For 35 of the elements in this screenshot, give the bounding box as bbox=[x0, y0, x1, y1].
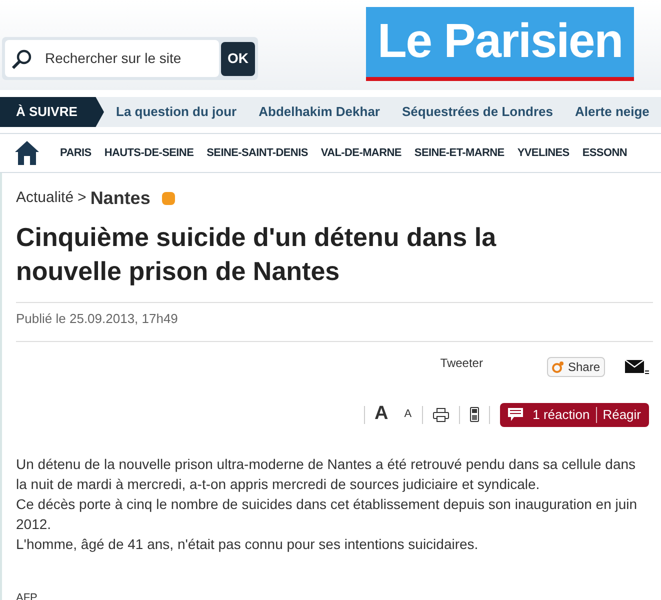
topic-link[interactable]: La question du jour bbox=[116, 102, 237, 122]
search-icon bbox=[11, 48, 33, 70]
search-field[interactable]: Rechercher sur le site OK bbox=[2, 37, 258, 80]
font-larger-button[interactable]: A bbox=[374, 400, 388, 429]
region-link[interactable]: ESSONN bbox=[582, 144, 627, 162]
region-link[interactable]: HAUTS-DE-SEINE bbox=[104, 144, 194, 162]
region-link[interactable]: PARIS bbox=[60, 144, 92, 162]
home-icon[interactable] bbox=[14, 140, 40, 166]
region-link[interactable]: SEINE-SAINT-DENIS bbox=[206, 144, 308, 162]
publish-date: Publié le 25.09.2013, 17h49 bbox=[16, 310, 179, 328]
breadcrumb-separator: > bbox=[78, 188, 86, 208]
a-suivre-label: À SUIVRE bbox=[0, 97, 104, 127]
font-smaller-button[interactable]: A bbox=[404, 406, 412, 423]
share-button[interactable]: Share bbox=[546, 356, 605, 376]
reactions-link[interactable]: 1 réaction bbox=[532, 404, 590, 424]
share-icon bbox=[552, 360, 564, 372]
region-link[interactable]: SEINE-ET-MARNE bbox=[414, 144, 504, 162]
comment-icon bbox=[508, 408, 523, 421]
breadcrumb-current[interactable]: Nantes bbox=[90, 185, 150, 212]
article-paragraph: Ce décès porte à cinq le nombre de suicides dans cet établissement depuis son inauguration en juin 2012. bbox=[16, 494, 638, 534]
tweet-link[interactable]: Tweeter bbox=[440, 354, 483, 372]
article-paragraph: L'homme, âgé de 41 ans, n'était pas connu pour ses intentions suicidaires. bbox=[16, 534, 480, 554]
react-link[interactable]: Réagir bbox=[602, 404, 641, 424]
breadcrumb-link[interactable]: Actualité bbox=[16, 187, 74, 210]
email-icon[interactable] bbox=[625, 358, 649, 374]
topic-link[interactable]: Séquestrées de Londres bbox=[402, 102, 553, 122]
region-link[interactable]: YVELINES bbox=[517, 144, 570, 162]
mobile-icon[interactable] bbox=[470, 407, 479, 422]
article-paragraph: Un détenu de la nouvelle prison ultra-moderne de Nantes a été retrouvé pendu dans sa cellule dans la nuit de mardi à mercredi, a-t-on appris mercredi de sources judiciaire et syndicale. bbox=[16, 454, 637, 494]
topic-link[interactable]: Abdelhakim Dekhar bbox=[258, 102, 380, 122]
article-title: Cinquième suicide d'un détenu dans la nouvelle prison de Nantes bbox=[16, 221, 498, 288]
topic-link[interactable]: Alerte neige bbox=[574, 102, 650, 122]
print-icon[interactable] bbox=[432, 408, 449, 422]
region-link[interactable]: VAL-DE-MARNE bbox=[320, 144, 402, 162]
ok-button[interactable]: OK bbox=[221, 42, 255, 76]
